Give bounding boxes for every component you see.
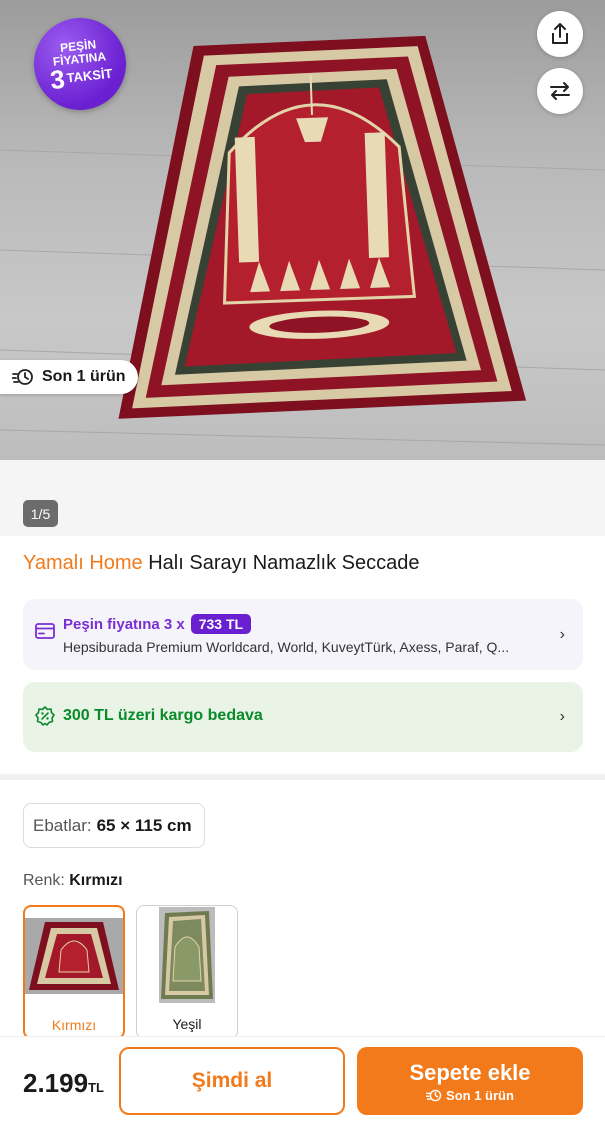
installment-label: Peşin fiyatına 3 x	[63, 615, 185, 633]
selected-color: Kırmızı	[69, 872, 123, 889]
free-shipping-label: 300 TL üzeri kargo bedava	[63, 707, 263, 724]
swap-arrows-icon	[550, 82, 570, 100]
chevron-right-icon: ›	[559, 625, 565, 643]
installment-banks: Hepsiburada Premium Worldcard, World, Ku…	[63, 639, 510, 655]
product-image-gallery[interactable]: PEŞİN FİYATINA 3TAKSİT Son 1 ürün	[0, 0, 605, 460]
credit-card-icon	[35, 623, 55, 639]
fast-clock-icon	[426, 1089, 442, 1101]
share-icon	[552, 23, 568, 44]
installment-amount: 733 TL	[190, 614, 252, 634]
compare-button[interactable]	[537, 68, 583, 114]
add-to-cart-button[interactable]: Sepete ekle Son 1 ürün	[357, 1047, 583, 1115]
gallery-footer	[0, 460, 605, 536]
image-counter: 1/5	[23, 500, 58, 527]
installment-card[interactable]: Peşin fiyatına 3 x 733 TL Hepsiburada Pr…	[23, 599, 583, 670]
discount-badge-icon	[35, 706, 55, 726]
product-title: Yamalı Home Halı Sarayı Namazlık Seccade	[23, 552, 419, 575]
size-value: 65 × 115 cm	[96, 815, 192, 835]
fast-clock-icon	[12, 369, 33, 385]
brand-link[interactable]: Yamalı Home	[23, 552, 143, 574]
low-stock-pill: Son 1 ürün	[0, 360, 138, 394]
chevron-right-icon: ›	[559, 708, 565, 725]
green-rug-thumbnail	[159, 907, 215, 1003]
product-name: Halı Sarayı Namazlık Seccade	[148, 552, 420, 574]
size-selector[interactable]: Ebatlar: 65 × 115 cm	[23, 803, 205, 848]
color-label: Renk: Kırmızı	[23, 872, 123, 889]
color-option-kirmizi[interactable]: Kırmızı	[23, 905, 125, 1039]
free-shipping-card[interactable]: 300 TL üzeri kargo bedava ›	[23, 682, 583, 752]
buy-now-button[interactable]: Şimdi al	[119, 1047, 345, 1115]
section-divider	[0, 774, 605, 780]
color-option-yesil[interactable]: Yeşil	[136, 905, 238, 1039]
red-rug-thumbnail	[25, 918, 123, 994]
share-button[interactable]	[537, 11, 583, 57]
price: 2.199TL	[23, 1068, 104, 1098]
